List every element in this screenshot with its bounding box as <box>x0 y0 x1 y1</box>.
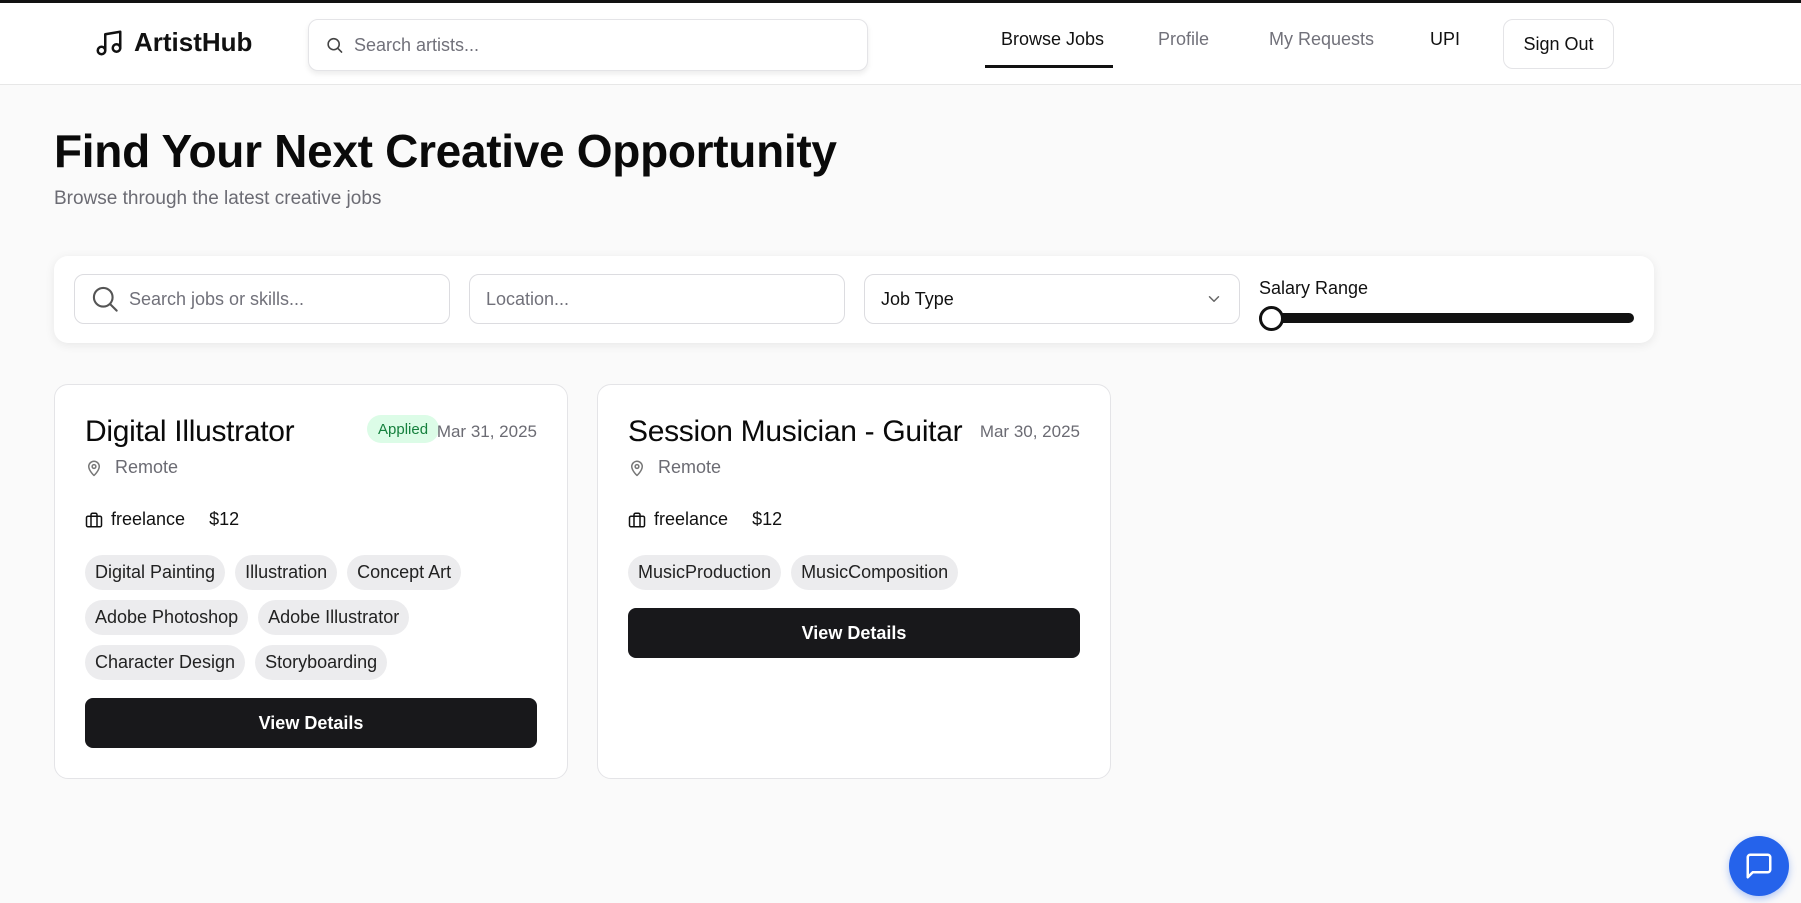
job-card: Digital Illustrator Applied Mar 31, 2025… <box>54 384 568 779</box>
job-location-text: Remote <box>115 457 179 477</box>
search-icon <box>92 286 118 312</box>
brand-logo[interactable]: ArtistHub <box>94 27 252 58</box>
job-pay: $12 <box>209 509 240 529</box>
job-pay: $12 <box>752 509 783 529</box>
brand-name: ArtistHub <box>134 27 253 57</box>
page-title: Find Your Next Creative Opportunity <box>54 125 837 177</box>
briefcase-icon <box>628 512 646 527</box>
skill-tag: Adobe Illustrator <box>258 600 410 635</box>
map-pin-icon <box>88 460 100 476</box>
page-subtitle: Browse through the latest creative jobs <box>54 188 382 209</box>
chat-bubble-icon <box>1746 853 1772 879</box>
job-card: Session Musician - Guitar Mar 30, 2025 R… <box>597 384 1111 779</box>
location-box[interactable] <box>469 274 845 324</box>
job-meta: freelance $12 <box>628 509 782 530</box>
search-icon <box>327 37 343 53</box>
job-type-select[interactable]: Job Type <box>864 274 1240 324</box>
music-note-icon <box>96 30 122 55</box>
nav-upi[interactable]: UPI <box>1430 29 1460 69</box>
job-search-box[interactable] <box>74 274 450 324</box>
salary-range-label: Salary Range <box>1259 278 1369 298</box>
job-type: freelance <box>111 509 186 529</box>
briefcase-icon <box>85 512 103 527</box>
skill-tag: Storyboarding <box>255 645 388 680</box>
skill-tag: Illustration <box>235 555 338 590</box>
job-title: Digital Illustrator <box>85 415 295 448</box>
salary-slider-track[interactable] <box>1259 306 1634 331</box>
skill-tag: Concept Art <box>347 555 462 590</box>
skill-tag: Digital Painting <box>85 555 226 590</box>
sign-out-button[interactable]: Sign Out <box>1503 19 1614 69</box>
job-title: Session Musician - Guitar <box>628 415 963 448</box>
applied-badge: Applied <box>367 415 440 443</box>
artist-search-box[interactable] <box>308 19 868 71</box>
job-location: Remote <box>628 457 721 478</box>
nav-my-requests[interactable]: My Requests <box>1269 29 1374 69</box>
job-search-input[interactable] <box>129 288 433 310</box>
nav-profile[interactable]: Profile <box>1158 29 1209 69</box>
job-location: Remote <box>85 457 178 478</box>
chevron-down-icon <box>1208 296 1220 302</box>
top-navbar: ArtistHub Browse Jobs Profile My Request… <box>0 3 1801 85</box>
view-details-button[interactable]: View Details <box>85 698 537 748</box>
skill-tags: MusicProduction MusicComposition <box>628 555 1088 590</box>
view-details-button[interactable]: View Details <box>628 608 1080 658</box>
job-type-value: Job Type <box>881 288 954 309</box>
artist-search-input[interactable] <box>353 34 867 56</box>
job-location-text: Remote <box>658 457 722 477</box>
active-tab-indicator <box>985 65 1113 68</box>
skill-tag: Adobe Photoshop <box>85 600 249 635</box>
skill-tag: MusicComposition <box>791 555 959 590</box>
skill-tag: Character Design <box>85 645 246 680</box>
job-date: Mar 31, 2025 <box>436 422 537 441</box>
job-type: freelance <box>654 509 729 529</box>
skill-tags: Digital Painting Illustration Concept Ar… <box>85 555 545 680</box>
filter-bar: Job Type Salary Range <box>54 256 1654 343</box>
salary-slider-thumb[interactable] <box>1259 306 1284 331</box>
job-date: Mar 30, 2025 <box>979 422 1080 441</box>
map-pin-icon <box>631 460 643 476</box>
skill-tag: MusicProduction <box>628 555 782 590</box>
job-meta: freelance $12 <box>85 509 239 530</box>
nav-browse-jobs[interactable]: Browse Jobs <box>1001 29 1104 69</box>
chat-launcher-button[interactable] <box>1729 836 1789 896</box>
location-input[interactable] <box>486 288 828 310</box>
